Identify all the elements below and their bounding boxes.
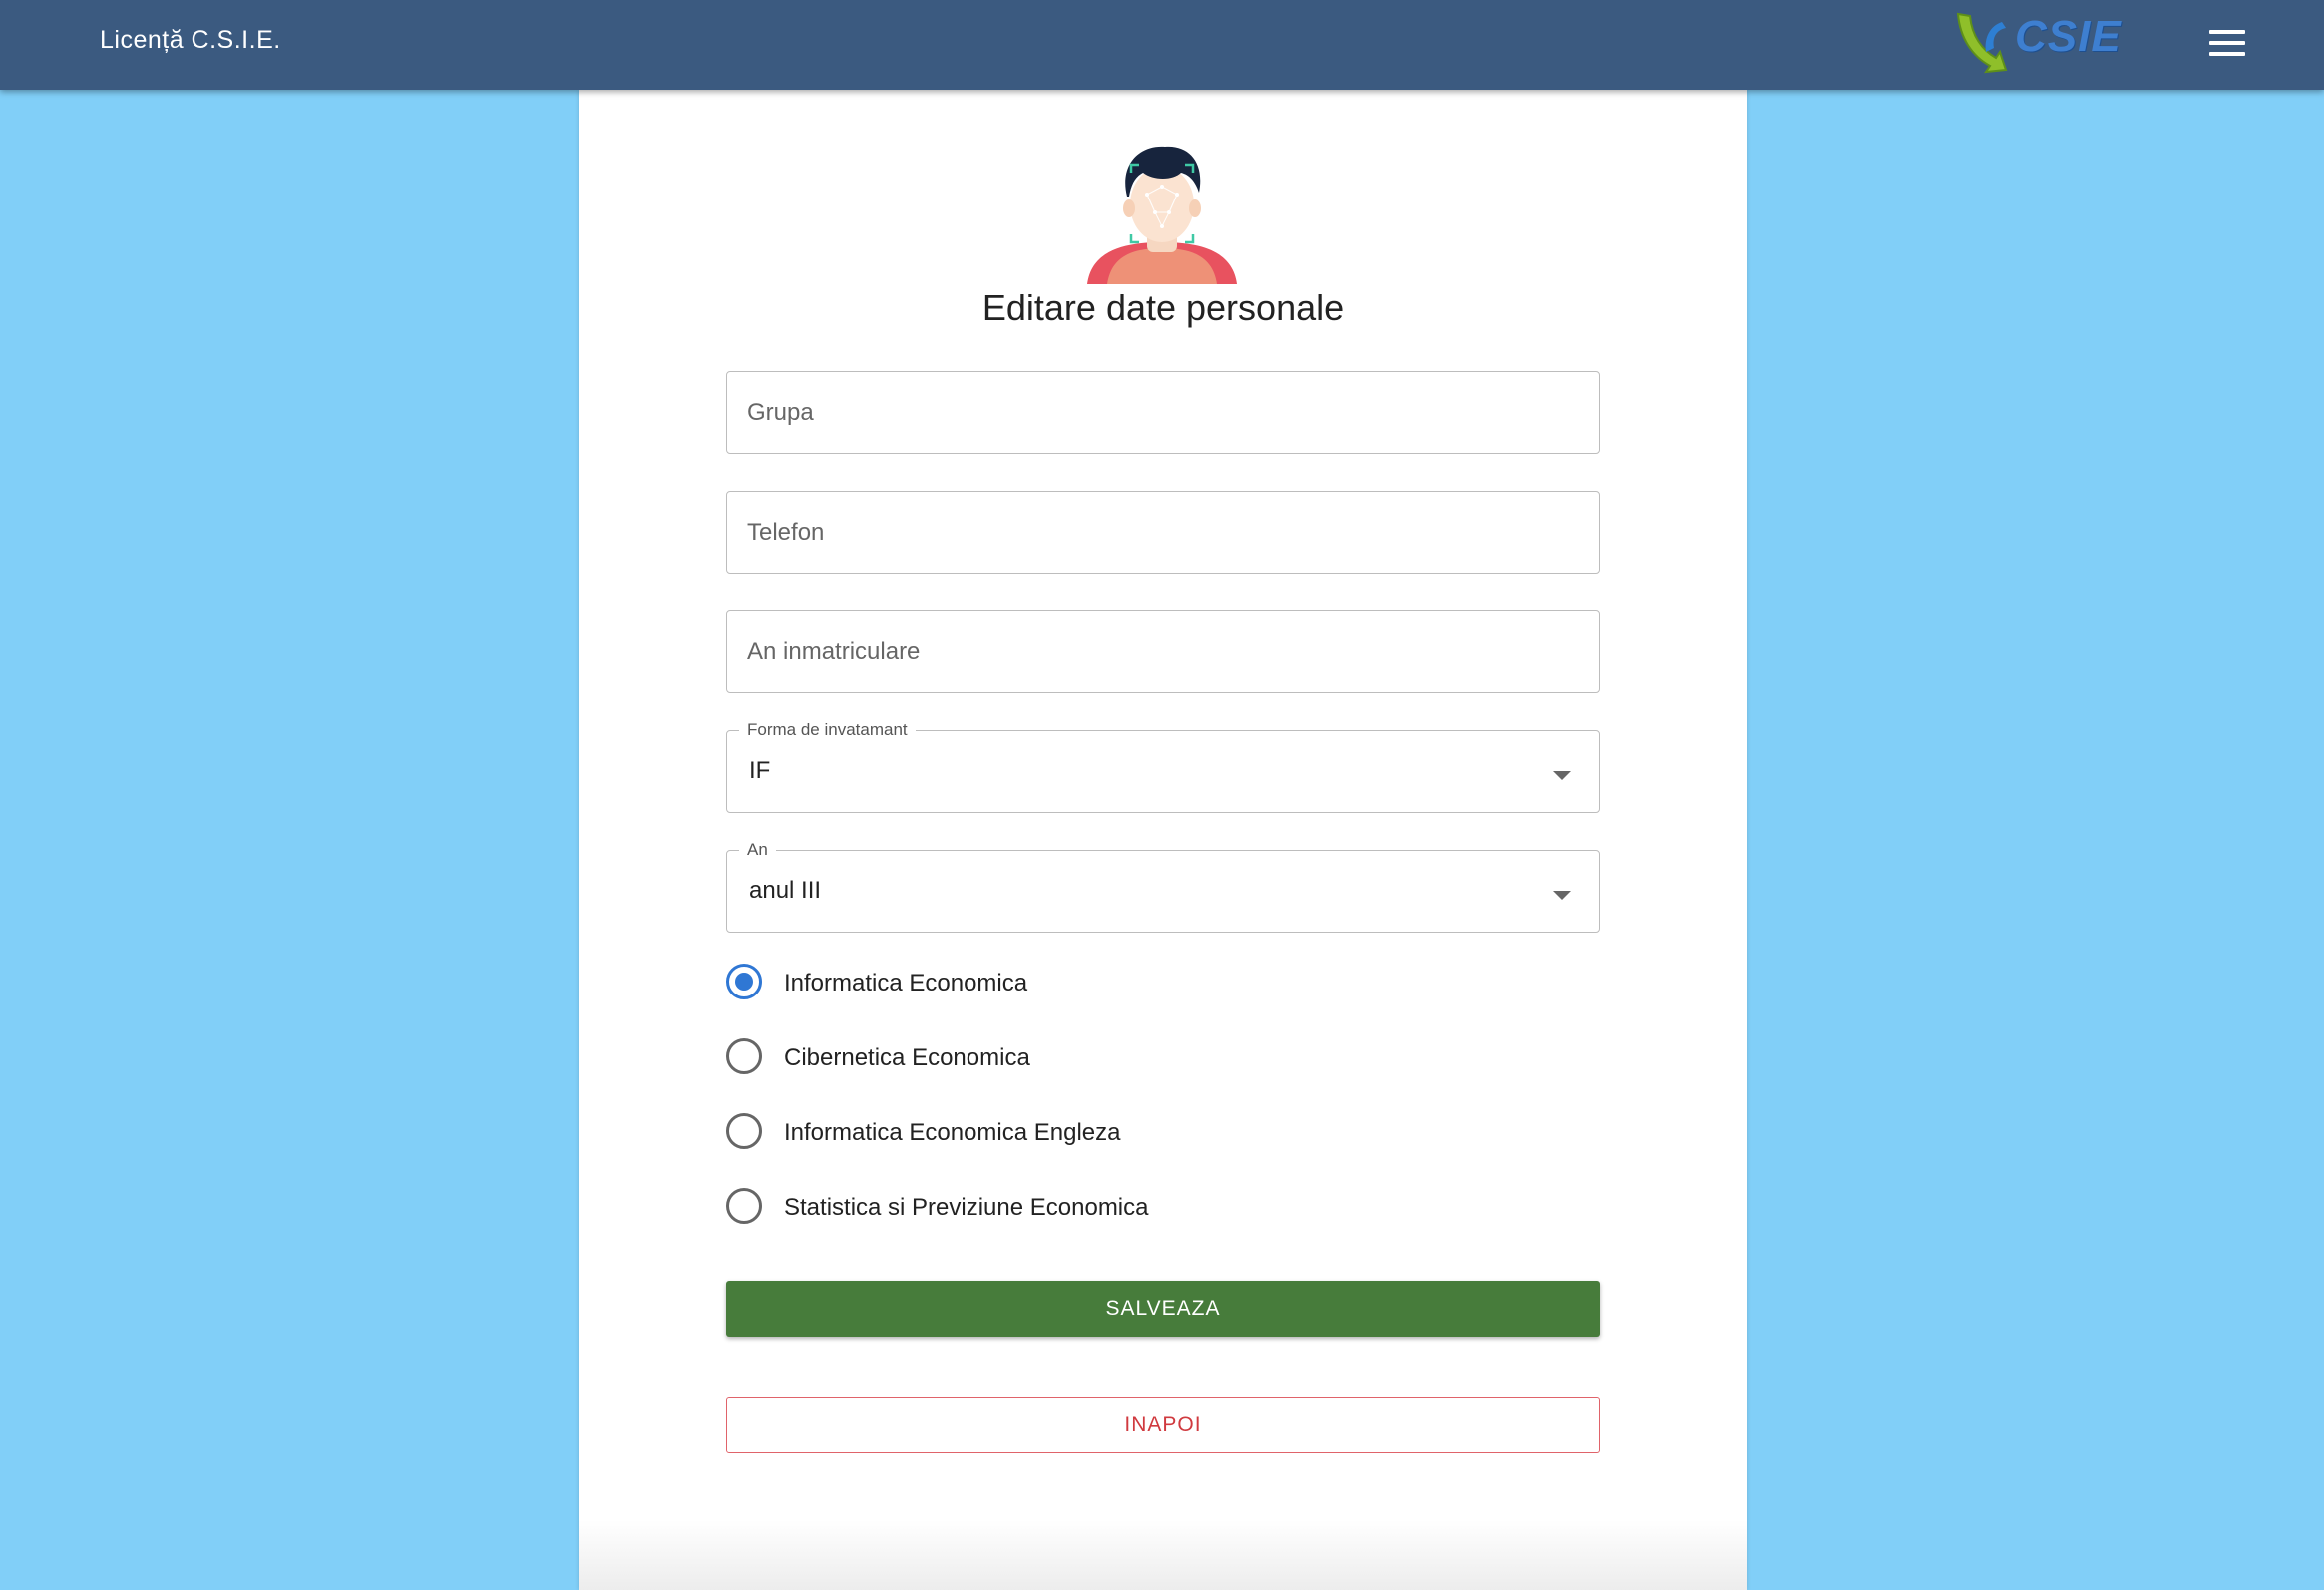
save-button[interactable]: SALVEAZA [726, 1281, 1600, 1337]
radio-statistica-previziune-economica[interactable]: Statistica si Previziune Economica [726, 1186, 1424, 1230]
radio-unchecked-icon[interactable] [726, 1038, 762, 1074]
radio-informatica-economica-engleza[interactable]: Informatica Economica Engleza [726, 1111, 1424, 1155]
csie-logo-text: CSIE [2015, 12, 2122, 61]
hamburger-menu-icon-line [2209, 41, 2245, 45]
forma-invatamant-value: IF [749, 757, 771, 784]
radio-label: Statistica si Previziune Economica [784, 1194, 1149, 1221]
radio-label: Informatica Economica [784, 970, 1028, 996]
an-value: anul III [749, 877, 822, 904]
face-recognition-avatar-icon [1087, 146, 1237, 284]
radio-unchecked-icon[interactable] [726, 1113, 762, 1149]
edit-form-card: Editare date personale Forma de invatama… [579, 90, 1747, 1590]
csie-logo-arrow-icon [1956, 12, 2008, 74]
csie-logo[interactable]: CSIE [1950, 8, 2121, 78]
telefon-input[interactable] [727, 492, 1599, 573]
hamburger-menu-icon-line [2209, 52, 2245, 56]
an-label: An [739, 840, 776, 860]
back-button[interactable]: INAPOI [726, 1397, 1600, 1453]
hamburger-menu-icon [2209, 30, 2245, 34]
an-select[interactable]: An anul III [726, 840, 1600, 933]
app-bar: Licență C.S.I.E. CSIE [0, 0, 2324, 90]
dropdown-arrow-icon [1553, 771, 1571, 780]
app-title: Licență C.S.I.E. [100, 26, 281, 54]
dropdown-arrow-icon [1553, 891, 1571, 900]
radio-label: Informatica Economica Engleza [784, 1119, 1121, 1146]
radio-cibernetica-economica[interactable]: Cibernetica Economica [726, 1036, 1424, 1080]
grupa-field [726, 371, 1600, 454]
an-inmatriculare-input[interactable] [727, 611, 1599, 692]
radio-informatica-economica[interactable]: Informatica Economica [726, 962, 1424, 1005]
radio-unchecked-icon[interactable] [726, 1188, 762, 1224]
card-bottom-shade [579, 1520, 1747, 1590]
grupa-input[interactable] [727, 372, 1599, 453]
page-title: Editare date personale [981, 287, 1345, 328]
forma-invatamant-select[interactable]: Forma de invatamant IF [726, 720, 1600, 813]
telefon-field [726, 491, 1600, 574]
forma-invatamant-label: Forma de invatamant [739, 720, 916, 740]
radio-checked-icon[interactable] [726, 964, 762, 999]
an-inmatriculare-field [726, 610, 1600, 693]
hamburger-menu-button[interactable] [2196, 20, 2256, 70]
radio-label: Cibernetica Economica [784, 1044, 1030, 1071]
